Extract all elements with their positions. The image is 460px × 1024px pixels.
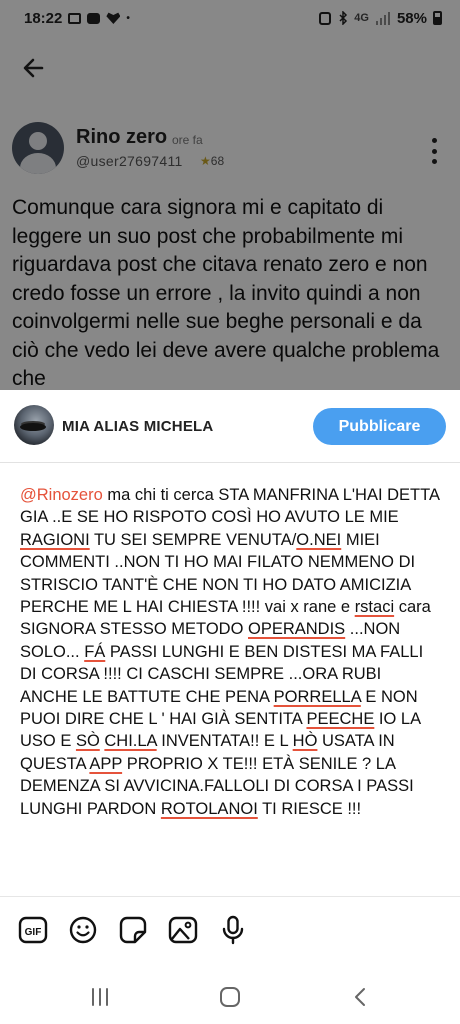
microphone-icon[interactable]	[217, 914, 249, 946]
misspelled-word: CHI.LA	[104, 732, 157, 751]
back-icon[interactable]	[340, 982, 380, 1012]
toolbar-divider	[0, 896, 460, 897]
misspelled-word: APP	[89, 754, 123, 773]
comment-segment: INVENTATA!! E L	[156, 732, 293, 751]
mention-text[interactable]: @Rinozero	[20, 486, 103, 504]
misspelled-word: PORRELLA	[273, 687, 361, 706]
misspelled-word: O.NEI	[296, 530, 342, 549]
misspelled-word: RAGIONI	[20, 530, 90, 549]
comment-text-input[interactable]: @Rinozero ma chi ti cerca STA MANFRINA L…	[20, 484, 442, 820]
gif-label: GIF	[25, 927, 42, 938]
image-icon[interactable]	[167, 914, 199, 946]
misspelled-word: HÒ	[292, 732, 318, 751]
gif-icon[interactable]: GIF	[17, 914, 49, 946]
misspelled-word: FÁ	[84, 642, 106, 661]
comment-segment: TU SEI SEMPRE VENUTA/	[89, 530, 297, 549]
misspelled-word: rstaci	[354, 598, 395, 617]
system-navigation-bar	[0, 972, 460, 1024]
misspelled-word: ROTOLANOI	[160, 799, 258, 818]
sticker-icon[interactable]	[117, 914, 149, 946]
composer-header: MIA ALIAS MICHELA Pubblicare	[0, 390, 460, 462]
comment-composer-sheet: MIA ALIAS MICHELA Pubblicare @Rinozero m…	[0, 390, 460, 1024]
publish-button[interactable]: Pubblicare	[313, 408, 446, 445]
composer-user-name: MIA ALIAS MICHELA	[62, 418, 214, 435]
avatar-photo-detail	[20, 423, 46, 431]
header-divider	[0, 462, 460, 463]
background-post-view: 18:22 • 4G 58% Rino zero ore fa @user276…	[0, 0, 460, 392]
misspelled-word: PEECHE	[306, 710, 375, 729]
composer-user-avatar	[14, 405, 54, 445]
modal-scrim[interactable]	[0, 0, 460, 392]
home-icon[interactable]	[210, 982, 250, 1012]
misspelled-word: OPERANDIS	[248, 620, 346, 639]
recent-apps-icon[interactable]	[80, 982, 120, 1012]
misspelled-word: SÒ	[75, 732, 100, 751]
composer-toolbar: GIF	[0, 906, 460, 956]
comment-segment: TI RIESCE !!!	[257, 799, 362, 818]
emoji-icon[interactable]	[67, 914, 99, 946]
